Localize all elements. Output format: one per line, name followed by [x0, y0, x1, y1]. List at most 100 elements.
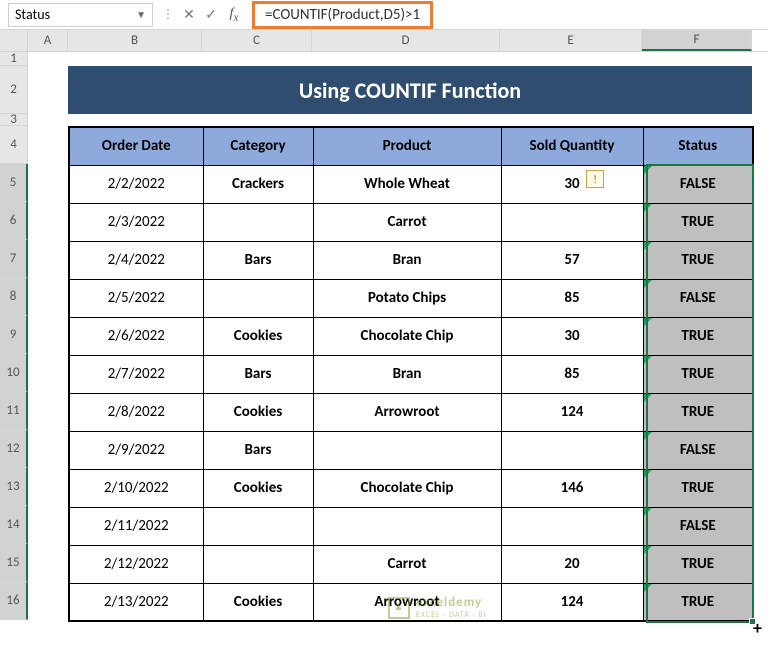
header-order-date[interactable]: Order Date — [69, 127, 203, 165]
cell-date[interactable]: 2/4/2022 — [69, 241, 203, 279]
cell-status[interactable]: TRUE — [643, 241, 753, 279]
row-header[interactable]: 7 — [0, 240, 28, 278]
cell-product[interactable]: Carrot — [313, 203, 501, 241]
cell-qty[interactable] — [501, 203, 643, 241]
cell-date[interactable]: 2/11/2022 — [69, 507, 203, 545]
chevron-down-icon[interactable]: ▼ — [136, 8, 146, 21]
cell-status[interactable]: FALSE — [643, 165, 753, 203]
cell-qty[interactable]: 85 — [501, 279, 643, 317]
cell-category[interactable]: Crackers — [203, 165, 313, 203]
row-header[interactable]: 10 — [0, 354, 28, 392]
header-category[interactable]: Category — [203, 127, 313, 165]
row-header[interactable]: 14 — [0, 506, 28, 544]
cell-product[interactable]: Chocolate Chip — [313, 317, 501, 355]
header-product[interactable]: Product — [313, 127, 501, 165]
row-header[interactable]: 2 — [0, 66, 28, 114]
row-header[interactable]: 1 — [0, 52, 28, 66]
enter-icon[interactable]: ✓ — [200, 6, 222, 23]
cell-status[interactable]: TRUE — [643, 583, 753, 621]
name-box[interactable]: Status ▼ — [8, 3, 153, 27]
cell-date[interactable]: 2/9/2022 — [69, 431, 203, 469]
row-header[interactable]: 5 — [0, 164, 28, 202]
table-row: 2/4/2022BarsBran57TRUE — [69, 241, 753, 279]
select-all-corner[interactable] — [0, 30, 28, 51]
cell-qty[interactable] — [501, 507, 643, 545]
row-header[interactable]: 15 — [0, 544, 28, 582]
cell-product[interactable]: Bran — [313, 241, 501, 279]
cell-category[interactable]: Bars — [203, 431, 313, 469]
cell-qty[interactable] — [501, 431, 643, 469]
cell-status[interactable]: FALSE — [643, 279, 753, 317]
cell-date[interactable]: 2/7/2022 — [69, 355, 203, 393]
row-header[interactable]: 11 — [0, 392, 28, 430]
cell-status[interactable]: TRUE — [643, 393, 753, 431]
cell-date[interactable]: 2/3/2022 — [69, 203, 203, 241]
column-header-c[interactable]: C — [202, 30, 312, 51]
column-header-d[interactable]: D — [312, 30, 500, 51]
cell-product[interactable] — [313, 507, 501, 545]
cell-category[interactable]: Cookies — [203, 393, 313, 431]
cells-area[interactable]: Using COUNTIF Function Order Date Catego… — [28, 52, 768, 620]
cell-product[interactable] — [313, 431, 501, 469]
cell-category[interactable]: Cookies — [203, 317, 313, 355]
header-status[interactable]: Status — [643, 127, 753, 165]
row-header[interactable]: 16 — [0, 582, 28, 620]
cell-date[interactable]: 2/12/2022 — [69, 545, 203, 583]
cell-product[interactable]: Whole Wheat — [313, 165, 501, 203]
cell-qty[interactable]: 85 — [501, 355, 643, 393]
cell-qty[interactable]: 57 — [501, 241, 643, 279]
cell-status[interactable]: TRUE — [643, 545, 753, 583]
row-header[interactable]: 13 — [0, 468, 28, 506]
cell-status[interactable]: FALSE — [643, 431, 753, 469]
cell-date[interactable]: 2/2/2022 — [69, 165, 203, 203]
cell-status[interactable]: FALSE — [643, 507, 753, 545]
row-header[interactable]: 8 — [0, 278, 28, 316]
column-header-e[interactable]: E — [500, 30, 642, 51]
cell-date[interactable]: 2/5/2022 — [69, 279, 203, 317]
cell-qty[interactable]: 20 — [501, 545, 643, 583]
cell-date[interactable]: 2/13/2022 — [69, 583, 203, 621]
row-header[interactable]: 9 — [0, 316, 28, 354]
cell-status[interactable]: TRUE — [643, 469, 753, 507]
page-title: Using COUNTIF Function — [68, 66, 752, 114]
row-header[interactable]: 3 — [0, 114, 28, 126]
cell-status[interactable]: TRUE — [643, 355, 753, 393]
cell-date[interactable]: 2/10/2022 — [69, 469, 203, 507]
cell-qty[interactable]: 30 — [501, 165, 643, 203]
formula-input[interactable]: =COUNTIF(Product,D5)>1 — [252, 1, 433, 29]
fx-icon[interactable]: fx — [222, 6, 246, 24]
cell-date[interactable]: 2/8/2022 — [69, 393, 203, 431]
cell-product[interactable]: Arrowroot — [313, 583, 501, 621]
cell-product[interactable]: Arrowroot — [313, 393, 501, 431]
row-header[interactable]: 6 — [0, 202, 28, 240]
cell-qty[interactable]: 124 — [501, 393, 643, 431]
row-header[interactable]: 12 — [0, 430, 28, 468]
grid-container: A B C D E F 1 2 3 4 5 6 7 8 9 10 11 12 1… — [0, 30, 768, 620]
table-row: 2/8/2022CookiesArrowroot124TRUE — [69, 393, 753, 431]
cell-category[interactable] — [203, 203, 313, 241]
cell-status[interactable]: TRUE — [643, 317, 753, 355]
trace-error-icon[interactable]: ! — [586, 170, 604, 188]
header-sold-quantity[interactable]: Sold Quantity — [501, 127, 643, 165]
cancel-icon[interactable]: ✕ — [178, 6, 200, 23]
cell-category[interactable] — [203, 507, 313, 545]
cell-qty[interactable]: 146 — [501, 469, 643, 507]
column-header-b[interactable]: B — [68, 30, 202, 51]
cell-category[interactable] — [203, 279, 313, 317]
cell-qty[interactable]: 124 — [501, 583, 643, 621]
cell-category[interactable]: Cookies — [203, 469, 313, 507]
cell-product[interactable]: Carrot — [313, 545, 501, 583]
row-header[interactable]: 4 — [0, 126, 28, 164]
cell-category[interactable]: Cookies — [203, 583, 313, 621]
cell-qty[interactable]: 30 — [501, 317, 643, 355]
cell-date[interactable]: 2/6/2022 — [69, 317, 203, 355]
cell-status[interactable]: TRUE — [643, 203, 753, 241]
cell-product[interactable]: Potato Chips — [313, 279, 501, 317]
cell-category[interactable]: Bars — [203, 355, 313, 393]
column-header-f[interactable]: F — [642, 30, 752, 51]
cell-product[interactable]: Chocolate Chip — [313, 469, 501, 507]
column-header-a[interactable]: A — [28, 30, 68, 51]
cell-category[interactable] — [203, 545, 313, 583]
cell-category[interactable]: Bars — [203, 241, 313, 279]
cell-product[interactable]: Bran — [313, 355, 501, 393]
